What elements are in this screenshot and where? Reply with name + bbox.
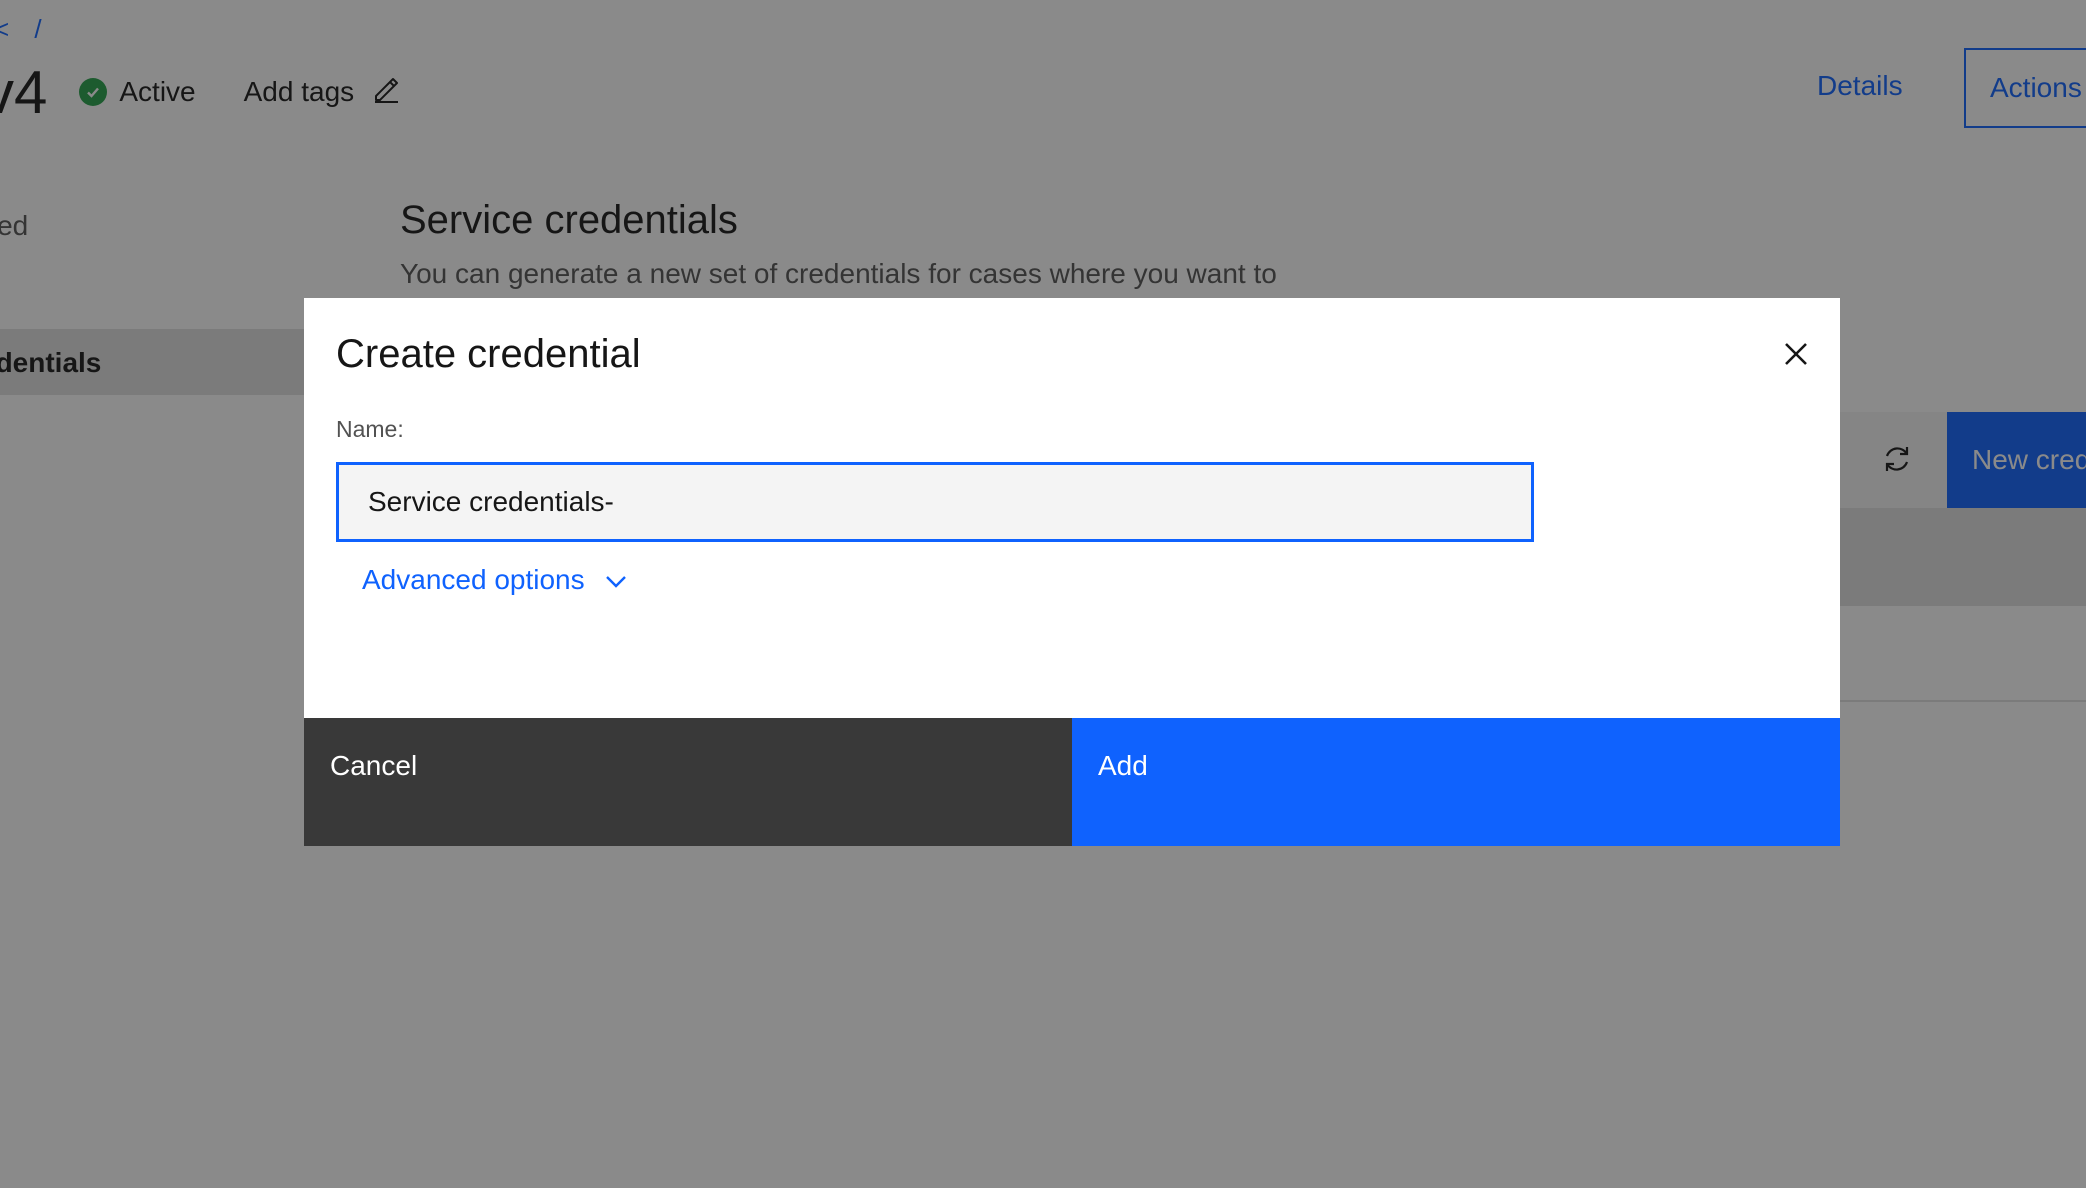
close-icon	[1785, 343, 1807, 365]
chevron-down-icon	[605, 564, 627, 596]
advanced-options-toggle[interactable]: Advanced options	[362, 564, 627, 596]
cancel-button[interactable]: Cancel	[304, 718, 1072, 846]
advanced-options-label: Advanced options	[362, 564, 585, 595]
name-field-label: Name:	[336, 416, 404, 442]
add-button[interactable]: Add	[1072, 718, 1840, 846]
create-credential-modal: Create credential Name: Advanced options…	[304, 298, 1840, 846]
name-input[interactable]	[336, 462, 1534, 542]
modal-title: Create credential	[336, 332, 641, 376]
close-button[interactable]	[1764, 322, 1828, 386]
